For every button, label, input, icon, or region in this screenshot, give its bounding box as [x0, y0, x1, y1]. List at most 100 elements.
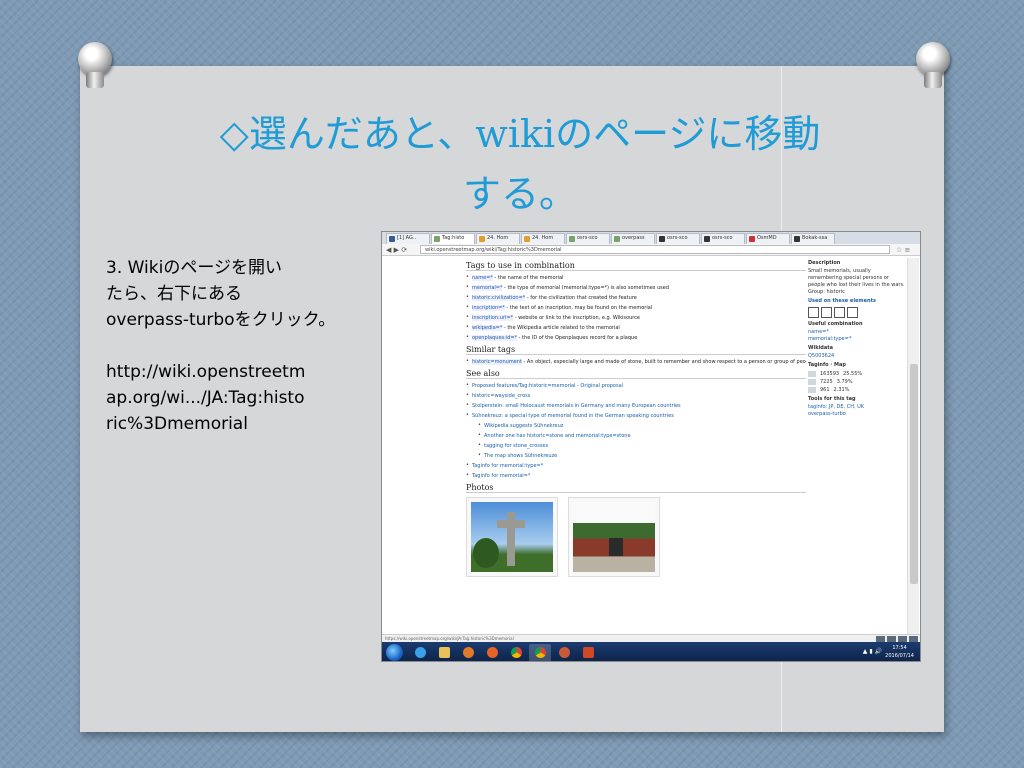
status-url: https://wiki.openstreetmap.org/wiki/JA:T…: [385, 636, 514, 641]
wikidata-label: Wikidata: [808, 345, 833, 351]
favicon-icon: [479, 236, 485, 242]
browser-tab[interactable]: [1] AG..: [386, 233, 430, 244]
back-forward-icon[interactable]: ◀ ▶ ⟳: [386, 246, 420, 254]
browser-tab[interactable]: OsmMD: [746, 233, 790, 244]
tag-key[interactable]: historic:civilization=*: [472, 295, 526, 301]
browser-tab[interactable]: Bokak-ssa: [791, 233, 835, 244]
vertical-scrollbar[interactable]: [907, 258, 919, 634]
browser-tab[interactable]: overpass: [611, 233, 655, 244]
tag-key[interactable]: wikipedia=*: [472, 325, 503, 331]
tag-key[interactable]: name=*: [472, 275, 493, 281]
taskbar-explorer-icon[interactable]: [433, 644, 455, 662]
taginfo-link[interactable]: taginfo: JP, DE, CH, UK: [808, 404, 906, 411]
tag-description: - the text of an inscription, may be fou…: [504, 305, 653, 311]
useful-item[interactable]: name=*: [808, 329, 906, 336]
see-also-link[interactable]: historic=wayside_cross: [472, 393, 530, 399]
taskbar-firefox-icon[interactable]: [481, 644, 503, 662]
list-item[interactable]: wikipedia=* - the Wikipedia article rela…: [466, 325, 806, 331]
taskbar-media-icon[interactable]: [457, 644, 479, 662]
list-item[interactable]: The map shows Sühnekreuze: [478, 453, 806, 459]
overpass-turbo-link[interactable]: overpass-turbo: [808, 411, 906, 418]
see-also-link[interactable]: Taginfo for memorial=*: [472, 473, 530, 479]
wikidata-id[interactable]: Q5003624: [808, 353, 906, 360]
see-also-link[interactable]: Sühnekreuz: a special type of memorial f…: [472, 413, 674, 419]
tools-label: Tools for this tag: [808, 396, 856, 402]
see-also-link[interactable]: The map shows Sühnekreuze: [484, 453, 557, 459]
used-on-label: Used on these elements: [808, 298, 876, 304]
browser-tab-label: overpass: [622, 235, 645, 241]
list-item[interactable]: Another one has historic=stone and memor…: [478, 433, 806, 439]
browser-tab[interactable]: Tag:histo: [431, 233, 475, 244]
list-item[interactable]: Wikipedia suggests Sühnekreuz: [478, 423, 806, 429]
list-item[interactable]: Proposed features/Tag:historic=memorial …: [466, 383, 806, 389]
favicon-icon: [434, 236, 440, 242]
status-bar: https://wiki.openstreetmap.org/wiki/JA:T…: [382, 634, 920, 642]
tag-key[interactable]: openplaques:id=*: [472, 335, 518, 341]
browser-tab-label: Bokak-ssa: [802, 235, 828, 241]
body-line: 3. Wikiのページを開い: [106, 258, 283, 278]
taskbar-paint-icon[interactable]: [553, 644, 575, 662]
list-item[interactable]: inscription=* - the text of an inscripti…: [466, 305, 806, 311]
list-item[interactable]: Taginfo for memorial=*: [466, 473, 806, 479]
browser-tab[interactable]: osrs-sco: [566, 233, 610, 244]
favicon-icon: [614, 236, 620, 242]
tag-key[interactable]: historic=monument: [472, 359, 522, 365]
start-button[interactable]: [386, 644, 403, 661]
list-item[interactable]: Taginfo for memorial:type=*: [466, 463, 806, 469]
list-item[interactable]: historic:civilization=* - for the civili…: [466, 295, 806, 301]
tag-description: - the ID of the Openplaques record for a…: [517, 335, 638, 341]
taskbar-powerpoint-icon[interactable]: [577, 644, 599, 662]
list-item[interactable]: Sühnekreuz: a special type of memorial f…: [466, 413, 806, 419]
tag-key[interactable]: inscription:url=*: [472, 315, 514, 321]
tag-description: - the type of memorial (memorial:type=*)…: [502, 285, 670, 291]
body-line-gap: [106, 333, 374, 359]
browser-tab-label: osrs-sco: [667, 235, 688, 241]
browser-tab[interactable]: osrs-sco: [701, 233, 745, 244]
list-item[interactable]: Stolperstein: small Holocaust memorials …: [466, 403, 806, 409]
scrollbar-thumb[interactable]: [910, 364, 918, 584]
list-item[interactable]: historic=wayside_cross: [466, 393, 806, 399]
memorial-photo[interactable]: [466, 497, 558, 577]
memorial-photo[interactable]: [568, 497, 660, 577]
list-item[interactable]: memorial=* - the type of memorial (memor…: [466, 285, 806, 291]
browser-tab-label: osrs-sco: [577, 235, 598, 241]
slide-body-text: 3. Wikiのページを開い たら、右下にある overpass-turboをク…: [106, 255, 374, 437]
tag-key[interactable]: inscription=*: [472, 305, 505, 311]
browser-tab-label: OsmMD: [757, 235, 777, 241]
see-also-link[interactable]: Proposed features/Tag:historic=memorial …: [472, 383, 623, 389]
tag-key[interactable]: memorial=*: [472, 285, 503, 291]
favicon-icon: [569, 236, 575, 242]
system-tray-icons[interactable]: ▲ ▮ 🔊: [863, 648, 882, 655]
useful-item[interactable]: memorial:type=*: [808, 336, 906, 343]
taskbar-chrome-icon[interactable]: [505, 644, 527, 662]
taginfo-stats: 163593 25.55% 7225 3.79% 961 2.31%: [808, 370, 906, 394]
bookmark-star-icon[interactable]: ☆ ≡: [896, 246, 910, 254]
see-also-link[interactable]: Stolperstein: small Holocaust memorials …: [472, 403, 681, 409]
slide-title-line2: する。: [462, 172, 577, 216]
pushpin-icon: [72, 42, 118, 88]
taskbar-ie-icon[interactable]: [409, 644, 431, 662]
browser-tab[interactable]: osrs-sco: [656, 233, 700, 244]
see-also-link[interactable]: Wikipedia suggests Sühnekreuz: [484, 423, 563, 429]
list-item[interactable]: name=* - the name of the memorial: [466, 275, 806, 281]
browser-tab[interactable]: 24. Hom: [521, 233, 565, 244]
list-item[interactable]: openplaques:id=* - the ID of the Openpla…: [466, 335, 806, 341]
url-field[interactable]: wiki.openstreetmap.org/wiki/Tag:historic…: [420, 245, 890, 254]
list-item[interactable]: tagging for stone_crosses: [478, 443, 806, 449]
favicon-icon: [794, 236, 800, 242]
taskbar-chrome-active-icon[interactable]: [529, 643, 551, 661]
address-bar[interactable]: ◀ ▶ ⟳ wiki.openstreetmap.org/wiki/Tag:hi…: [382, 244, 920, 256]
browser-tab-label: 24. Hom: [487, 235, 509, 241]
taskbar-clock[interactable]: 17:54 2016/07/14: [885, 644, 914, 660]
see-also-link[interactable]: tagging for stone_crosses: [484, 443, 548, 449]
favicon-icon: [659, 236, 665, 242]
see-also-link[interactable]: Taginfo for memorial:type=*: [472, 463, 543, 469]
browser-tab[interactable]: 24. Hom: [476, 233, 520, 244]
list-item[interactable]: historic=monument - An object, especiall…: [466, 359, 806, 365]
tag-description: - An object, especially large and made o…: [521, 359, 807, 365]
list-item[interactable]: inscription:url=* - website or link to t…: [466, 315, 806, 321]
similar-tags-heading: Similar tags: [466, 345, 806, 355]
favicon-icon: [704, 236, 710, 242]
see-also-link[interactable]: Another one has historic=stone and memor…: [484, 433, 631, 439]
description-label: Description: [808, 260, 841, 266]
